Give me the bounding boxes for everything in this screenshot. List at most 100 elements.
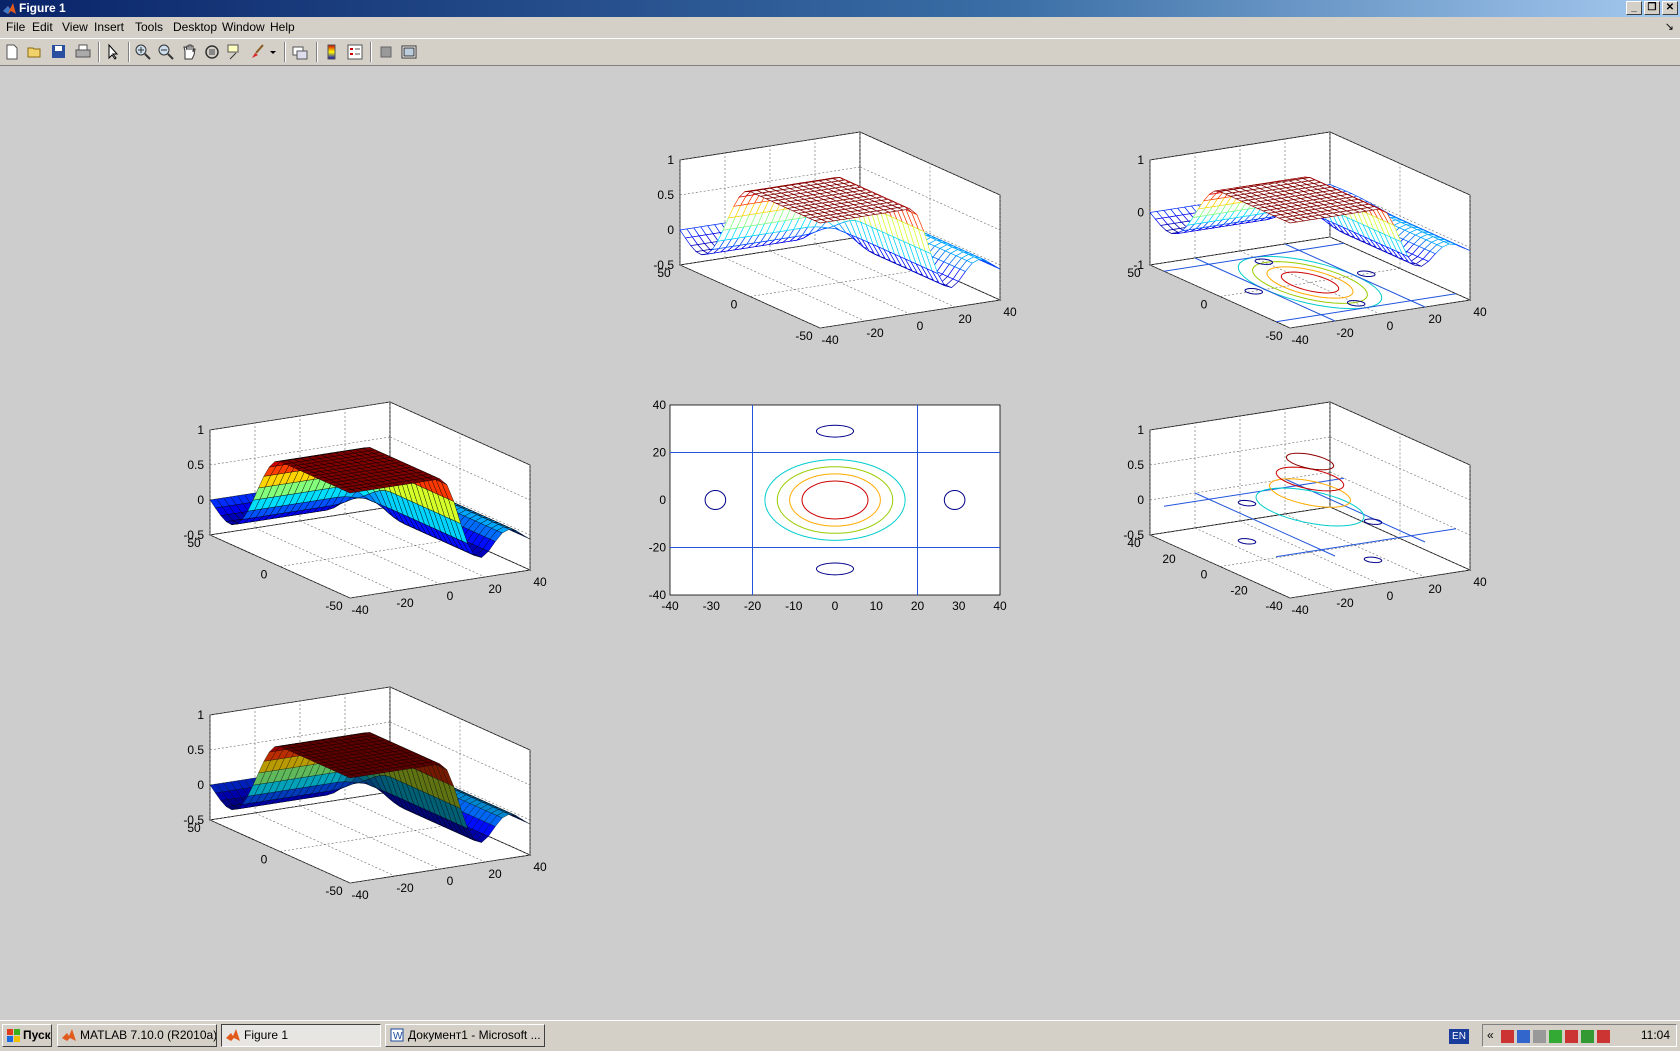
x-tick-label: 20 <box>488 582 502 596</box>
x-tick-label: -20 <box>396 881 414 895</box>
y-tick-label: -40 <box>1265 599 1283 613</box>
task-figure-1[interactable]: Figure 1 <box>221 1024 381 1047</box>
x-tick-label: 0 <box>1387 589 1394 603</box>
menu-edit[interactable]: Edit <box>32 17 53 37</box>
subplot-meshc[interactable]: 10-1-40 -20 0 20 40-50050 <box>1100 125 1520 435</box>
subplot-surfl[interactable]: 10.50-0.5-40 -20 0 20 40-50050 <box>160 680 580 990</box>
rotate-3d-icon[interactable] <box>203 43 221 61</box>
open-file-icon[interactable] <box>26 43 44 61</box>
window-titlebar[interactable]: Figure 1 _ ❐ ✕ <box>0 0 1680 17</box>
matlab-logo-icon <box>226 1029 240 1041</box>
x-tick-label: 0 <box>917 319 924 333</box>
x-tick-label: 10 <box>870 599 884 613</box>
start-label: Пуск <box>23 1028 51 1042</box>
y-tick-label: 50 <box>187 821 201 835</box>
insert-legend-icon[interactable] <box>346 43 364 61</box>
subplot-contour[interactable]: -40 -30 -20 -10 0 10 20 30 40-40-2002040 <box>630 395 1060 705</box>
x-tick-label: 20 <box>488 867 502 881</box>
x-tick-label: 40 <box>1473 305 1487 319</box>
y-tick-label: -40 <box>649 588 667 602</box>
subplot-contour3[interactable]: 10.50-0.5-40 -20 0 20 40-40-2002040 <box>1100 395 1520 705</box>
figure-canvas[interactable]: 1 0.5 0 -0.5 -40 -20 0 20 40 -50 0 50 1 0 -1 -40 -20 0 20… <box>0 65 1680 1019</box>
y-tick-label: 40 <box>653 398 667 412</box>
z-tick-label: 0 <box>667 223 674 237</box>
y-tick-label: 0 <box>261 568 268 582</box>
restore-button[interactable]: ❐ <box>1644 1 1660 15</box>
axes-mesh: 10.50-0.5-40 -20 0 20 40-50050 <box>653 131 1017 347</box>
menu-tools[interactable]: Tools <box>135 17 163 37</box>
y-tick-label: 0 <box>731 298 738 312</box>
language-indicator[interactable]: EN <box>1449 1029 1469 1044</box>
x-tick-label: -20 <box>866 326 884 340</box>
system-tray: EN « 11:04 <box>1449 1024 1677 1047</box>
hide-plot-tools-icon[interactable] <box>377 43 395 61</box>
x-tick-label: 0 <box>447 589 454 603</box>
x-tick-label: 40 <box>1003 305 1017 319</box>
zoom-in-icon[interactable] <box>134 43 152 61</box>
menu-file[interactable]: File <box>6 17 25 37</box>
y-tick-label: -20 <box>649 541 667 555</box>
z-tick-label: 1 <box>197 708 204 722</box>
tray-expand-icon[interactable]: « <box>1487 1025 1494 1046</box>
x-tick-label: 0 <box>1387 319 1394 333</box>
show-plot-tools-icon[interactable] <box>400 43 418 61</box>
menu-view[interactable]: View <box>62 17 88 37</box>
x-tick-label: -40 <box>1291 603 1309 617</box>
y-tick-label: -50 <box>325 599 343 613</box>
x-tick-label: 20 <box>1428 312 1442 326</box>
y-tick-label: 50 <box>1127 266 1141 280</box>
word-document-icon: W <box>390 1028 404 1042</box>
subplot-mesh[interactable]: 10.50-0.5-40 -20 0 20 40-50050 <box>630 125 1050 435</box>
x-tick-label: -20 <box>1336 596 1354 610</box>
zoom-out-icon[interactable] <box>157 43 175 61</box>
x-tick-label: 40 <box>993 599 1007 613</box>
data-cursor-icon[interactable] <box>226 43 244 61</box>
y-tick-label: 20 <box>1162 552 1176 566</box>
pan-icon[interactable] <box>180 43 198 61</box>
window-title: Figure 1 <box>19 1 66 15</box>
x-tick-label: -20 <box>1336 326 1354 340</box>
menu-insert[interactable]: Insert <box>94 17 124 37</box>
start-button[interactable]: Пуск <box>2 1024 52 1047</box>
edit-plot-icon[interactable] <box>104 43 122 61</box>
tray-icons <box>1501 1030 1610 1043</box>
brush-dropdown-icon[interactable] <box>268 43 278 61</box>
z-tick-label: 1 <box>667 153 674 167</box>
insert-colorbar-icon[interactable] <box>323 43 341 61</box>
z-tick-label: 0.5 <box>657 188 674 202</box>
print-icon[interactable] <box>74 43 92 61</box>
taskbar: Пуск MATLAB 7.10.0 (R2010a) Figure 1 W Д… <box>0 1020 1680 1051</box>
x-tick-label: -40 <box>821 333 839 347</box>
y-tick-label: 40 <box>1127 536 1141 550</box>
z-tick-label: 0 <box>197 778 204 792</box>
close-button[interactable]: ✕ <box>1662 1 1678 15</box>
task-word-document[interactable]: W Документ1 - Microsoft ... <box>385 1024 545 1047</box>
task-label: MATLAB 7.10.0 (R2010a) <box>80 1028 217 1042</box>
axes-contour: -40 -30 -20 -10 0 10 20 30 40-40-2002040 <box>649 398 1007 613</box>
x-tick-label: -20 <box>396 596 414 610</box>
y-tick-label: -20 <box>1230 583 1248 597</box>
menu-desktop[interactable]: Desktop <box>173 17 217 37</box>
x-tick-label: -40 <box>1291 333 1309 347</box>
new-figure-icon[interactable] <box>3 43 21 61</box>
y-tick-label: 50 <box>657 266 671 280</box>
y-tick-label: -50 <box>1265 329 1283 343</box>
menu-help[interactable]: Help <box>270 17 295 37</box>
subplot-surf[interactable]: 10.50-0.5-40 -20 0 20 40-50050 <box>160 395 580 705</box>
menu-window[interactable]: Window <box>222 17 265 37</box>
axes-meshc: 10-1-40 -20 0 20 40-50050 <box>1127 131 1487 347</box>
save-icon[interactable] <box>50 43 68 61</box>
link-plot-icon[interactable] <box>291 43 309 61</box>
y-tick-label: 50 <box>187 536 201 550</box>
y-tick-label: 0 <box>1201 568 1208 582</box>
task-label: Figure 1 <box>244 1028 289 1042</box>
x-tick-label: 0 <box>447 874 454 888</box>
task-matlab[interactable]: MATLAB 7.10.0 (R2010a) <box>57 1024 217 1047</box>
z-tick-label: 0.5 <box>187 458 204 472</box>
axes-surfl: 10.50-0.5-40 -20 0 20 40-50050 <box>183 686 547 902</box>
brush-icon[interactable] <box>249 43 267 61</box>
z-tick-label: 0.5 <box>1127 458 1144 472</box>
y-tick-label: 0 <box>1201 298 1208 312</box>
dock-figure-icon[interactable]: ↘ <box>1665 17 1674 37</box>
minimize-button[interactable]: _ <box>1626 1 1642 15</box>
